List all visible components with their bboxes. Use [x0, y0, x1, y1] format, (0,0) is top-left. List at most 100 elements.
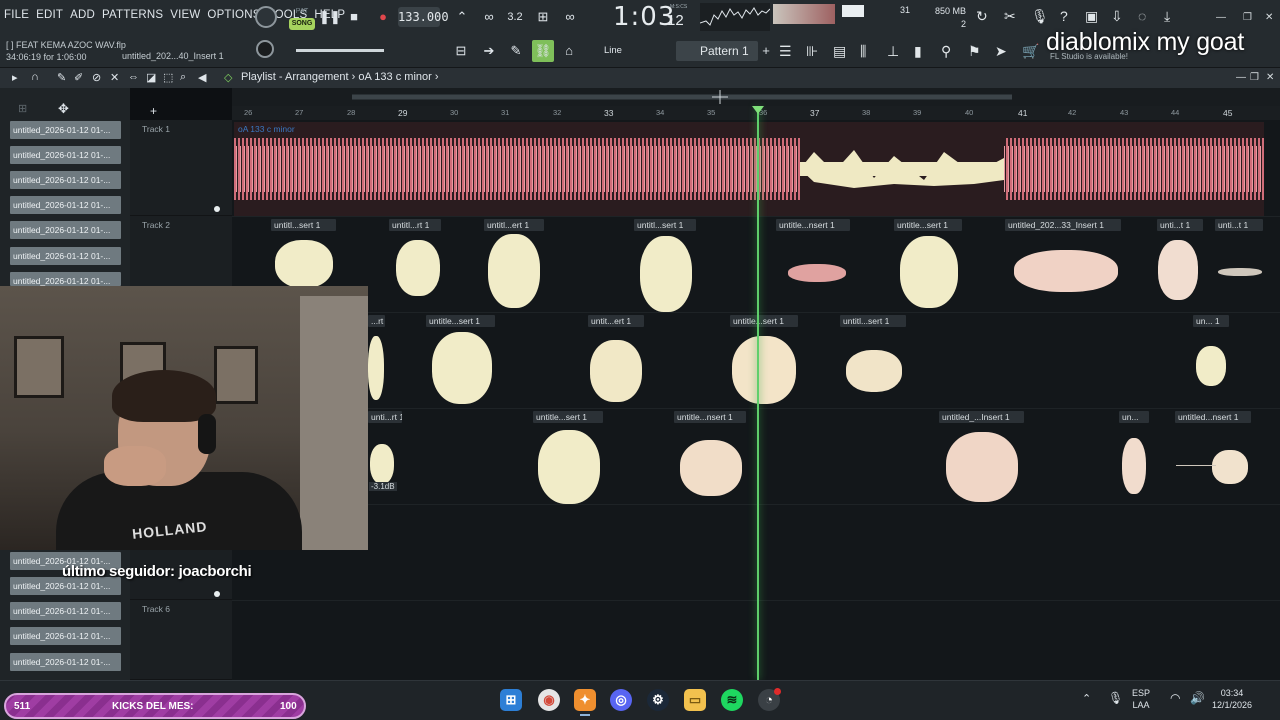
slip-icon[interactable]: ⇔: [128, 71, 139, 83]
render-icon[interactable]: ⇩: [1111, 8, 1123, 25]
steam-icon[interactable]: ⚙: [647, 689, 669, 711]
chrome-icon[interactable]: ◉: [538, 689, 560, 711]
cart-icon[interactable]: 🛒: [1022, 43, 1039, 60]
file-explorer-icon[interactable]: ▭: [684, 689, 706, 711]
minimize-icon[interactable]: —: [1216, 12, 1226, 23]
browser-item[interactable]: untitled_2026-01-12 01-...: [10, 627, 121, 645]
zoom-icon[interactable]: ⌕: [180, 71, 186, 84]
track-6-led[interactable]: [214, 591, 220, 597]
stamp-icon[interactable]: ⌂: [560, 42, 578, 60]
cut-icon[interactable]: ✂: [1004, 8, 1016, 25]
browser-item[interactable]: untitled_2026-01-12 01-...: [10, 602, 121, 620]
eq-icon[interactable]: ⫼: [860, 43, 866, 60]
loop-record-icon[interactable]: ∞: [480, 8, 498, 26]
master-volume-knob[interactable]: [256, 40, 274, 58]
clip-header[interactable]: ...rt 1: [368, 315, 385, 327]
clip-header[interactable]: unti...rt 1: [368, 411, 402, 423]
clip-header[interactable]: unti...t 1: [1157, 219, 1203, 231]
browser-item[interactable]: untitled_2026-01-12 01-...: [10, 121, 121, 139]
clip-header[interactable]: untitl...sert 1: [840, 315, 906, 327]
record-icon[interactable]: ●: [374, 8, 392, 26]
menu-file[interactable]: FILE: [4, 9, 29, 21]
playlist-restore-icon[interactable]: ❐: [1250, 72, 1259, 83]
browser-item[interactable]: untitled_2026-01-12 01-...: [10, 247, 121, 265]
mute-icon[interactable]: ✕: [110, 71, 119, 84]
volume-icon[interactable]: 🔊: [1190, 692, 1205, 704]
browser-grid-icon[interactable]: ⊞: [18, 102, 27, 115]
chat-icon[interactable]: ◌: [1138, 8, 1146, 24]
arrow-icon[interactable]: ➔: [480, 42, 498, 60]
link-icon[interactable]: ⛓: [532, 40, 554, 62]
clip-header[interactable]: untitle...sert 1: [426, 315, 495, 327]
song-overview[interactable]: [232, 88, 1280, 106]
master-volume-slider[interactable]: [296, 49, 384, 52]
snap-selector[interactable]: Line: [588, 42, 658, 60]
routing-icon[interactable]: ⊥: [887, 43, 899, 60]
clip-header[interactable]: untitl...sert 1: [634, 219, 696, 231]
playlist-minimize-icon[interactable]: —: [1236, 72, 1246, 83]
playlist-close-icon[interactable]: ✕: [1266, 72, 1274, 83]
clip-header[interactable]: un...: [1119, 411, 1149, 423]
picker-icon[interactable]: ⚑: [968, 43, 981, 60]
menu-edit[interactable]: EDIT: [36, 9, 63, 21]
blend-icon[interactable]: ∞: [561, 8, 579, 26]
tempo-display[interactable]: 133.000: [398, 7, 449, 27]
metronome-icon[interactable]: ⌃: [453, 8, 471, 26]
clip-header[interactable]: untitle...sert 1: [730, 315, 798, 327]
playlist-icon[interactable]: ☰: [779, 43, 792, 60]
add-pattern-icon[interactable]: +: [757, 42, 775, 60]
spotify-icon[interactable]: ≋: [721, 689, 743, 711]
bird-icon[interactable]: ➤: [995, 43, 1007, 60]
mixer-icon[interactable]: ⊪: [806, 43, 818, 60]
language-indicator[interactable]: ESP LAA: [1132, 687, 1150, 711]
track-header-1[interactable]: [130, 120, 232, 216]
channel-rack-icon[interactable]: ▤: [833, 43, 846, 60]
audio-clip-track1[interactable]: [234, 122, 1264, 216]
clip-header[interactable]: un... 1: [1193, 315, 1229, 327]
browser-move-icon[interactable]: ✥: [58, 101, 69, 117]
time-signature[interactable]: 3.2: [505, 8, 525, 26]
menu-add[interactable]: ADD: [70, 9, 95, 21]
clip-header[interactable]: untitled_202...33_Insert 1: [1005, 219, 1121, 231]
track-1-led[interactable]: [214, 206, 220, 212]
speaker-icon[interactable]: ◀: [198, 71, 206, 84]
clip-header[interactable]: untitl...sert 1: [271, 219, 336, 231]
clip-header[interactable]: untitle...sert 1: [533, 411, 603, 423]
fl-studio-icon[interactable]: ✦: [574, 689, 596, 711]
browser-item[interactable]: untitled_2026-01-12 01-...: [10, 653, 121, 671]
magnet-icon[interactable]: ∩: [31, 71, 39, 83]
save-icon[interactable]: ▣: [1085, 8, 1098, 25]
menu-patterns[interactable]: PATTERNS: [102, 9, 163, 21]
clip-header[interactable]: untitled...nsert 1: [1175, 411, 1251, 423]
browser-item[interactable]: untitled_2026-01-12 01-...: [10, 146, 121, 164]
play-arrow-icon[interactable]: ▸: [12, 71, 18, 84]
clip-header[interactable]: untitle...sert 1: [894, 219, 962, 231]
select-icon[interactable]: ⬚: [163, 71, 173, 84]
download-icon[interactable]: ⤓: [1164, 8, 1170, 25]
piano-roll-icon[interactable]: ⊟: [452, 42, 470, 60]
plugin-icon[interactable]: ⚲: [941, 43, 951, 60]
playlist-breadcrumb[interactable]: oA 133 c minor: [358, 71, 431, 83]
playlist-play-icon[interactable]: ◇: [224, 71, 232, 84]
tray-chevron-icon[interactable]: ⌃: [1082, 693, 1091, 705]
clip-header[interactable]: untit...ert 1: [588, 315, 644, 327]
clip-header[interactable]: untitle...nsert 1: [776, 219, 850, 231]
discord-icon[interactable]: ◎: [610, 689, 632, 711]
pencil-icon[interactable]: ✎: [507, 42, 525, 60]
clip-header[interactable]: untitled_...Insert 1: [939, 411, 1024, 423]
menu-options[interactable]: OPTIONS: [207, 9, 260, 21]
browser-item[interactable]: untitled_2026-01-12 01-...: [10, 221, 121, 239]
clip-header[interactable]: unti...t 1: [1215, 219, 1263, 231]
master-pitch-knob[interactable]: [255, 6, 277, 28]
step-edit-icon[interactable]: ⊞: [534, 8, 552, 26]
playhead-marker[interactable]: [752, 106, 764, 114]
paint-icon[interactable]: ✐: [74, 71, 83, 84]
browser-icon[interactable]: ▮: [914, 43, 922, 60]
stop-icon[interactable]: ■: [345, 8, 363, 26]
close-icon[interactable]: ✕: [1265, 12, 1273, 23]
browser-item[interactable]: untitled_2026-01-12 01-...: [10, 196, 121, 214]
browser-item[interactable]: untitled_2026-01-12 01-...: [10, 171, 121, 189]
help-icon[interactable]: ?: [1060, 8, 1068, 24]
browser-item[interactable]: untitled_2026-01-12 01-...: [10, 272, 121, 286]
windows-start-icon[interactable]: ⊞: [500, 689, 522, 711]
